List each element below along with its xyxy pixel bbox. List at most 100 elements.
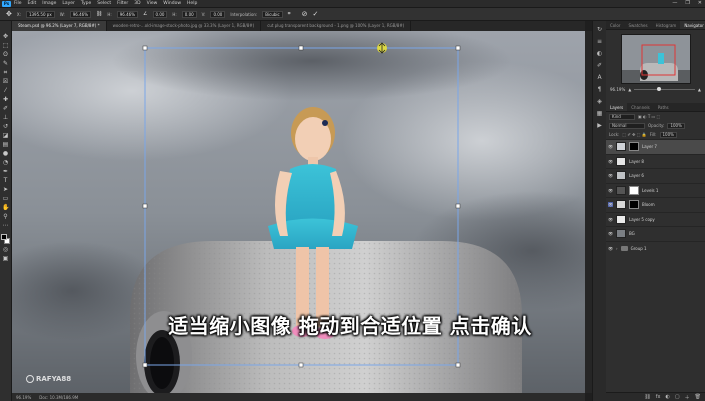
eye-icon[interactable]: 👁 — [608, 202, 613, 208]
layer-row[interactable]: 👁 Layer 8 — [606, 153, 705, 169]
marquee-tool-icon[interactable]: ⬚ — [2, 42, 9, 49]
minimize-button[interactable]: — — [672, 0, 677, 6]
history-brush-tool-icon[interactable]: ↺ — [2, 123, 9, 130]
lasso-tool-icon[interactable]: ʘ — [2, 51, 9, 58]
brush-settings-icon[interactable]: ✐ — [596, 62, 603, 69]
add-mask-icon[interactable]: ◐ — [666, 394, 670, 400]
tab-layers[interactable]: Layers — [606, 103, 628, 111]
blend-mode-select[interactable]: Normal — [609, 122, 645, 129]
new-layer-icon[interactable]: ＋ — [685, 394, 690, 401]
eye-icon[interactable]: 👁 — [608, 173, 613, 178]
zoom-slider-knob[interactable] — [657, 87, 662, 91]
filter-icons[interactable]: ▣ ◐ T ▭ ⬚ — [638, 114, 660, 119]
menu-file[interactable]: File — [14, 1, 22, 6]
layer-row[interactable]: 👁 › Group 1 — [606, 240, 705, 256]
navigator-zoom-slider[interactable] — [634, 87, 695, 91]
layer-kind-filter[interactable]: Kind — [609, 113, 635, 120]
foreground-color-swatch[interactable] — [1, 234, 7, 240]
eye-icon[interactable]: 👁 — [608, 188, 613, 193]
navigator-preview[interactable] — [620, 34, 691, 84]
link-layers-icon[interactable]: ⛓ — [644, 394, 650, 400]
color-swatches[interactable] — [1, 234, 10, 244]
zoom-in-icon[interactable]: ▲ — [698, 87, 701, 92]
zoom-out-icon[interactable]: ▲ — [628, 87, 631, 92]
vertical-scrollbar[interactable] — [585, 31, 592, 393]
tab-channels[interactable]: Channels — [627, 103, 654, 111]
type-tool-icon[interactable]: T — [2, 177, 9, 184]
x-field[interactable]: 1395.50 px — [25, 10, 55, 18]
layer-mask-thumbnail[interactable] — [629, 200, 639, 210]
layer-mask-thumbnail[interactable] — [629, 185, 639, 195]
eye-icon[interactable]: 👁 — [608, 231, 613, 236]
healing-brush-tool-icon[interactable]: ✚ — [2, 96, 9, 103]
hskew-field[interactable]: 0.00 — [181, 10, 197, 18]
gradient-tool-icon[interactable]: ▤ — [2, 141, 9, 148]
menu-select[interactable]: Select — [97, 1, 111, 6]
menu-filter[interactable]: Filter — [117, 1, 128, 6]
brush-tool-icon[interactable]: ✐ — [2, 105, 9, 112]
move-tool-icon[interactable]: ✥ — [2, 33, 9, 40]
hand-tool-icon[interactable]: ✋ — [2, 204, 9, 211]
quick-mask-icon[interactable]: ◎ — [2, 246, 9, 253]
layer-mask-thumbnail[interactable] — [629, 142, 639, 152]
pen-tool-icon[interactable]: ✒ — [2, 168, 9, 175]
move-tool-icon[interactable]: ✥ — [6, 10, 12, 18]
eraser-tool-icon[interactable]: ◪ — [2, 132, 9, 139]
rectangle-tool-icon[interactable]: ▭ — [2, 195, 9, 202]
paragraph-panel-icon[interactable]: ¶ — [596, 86, 603, 93]
menu-type[interactable]: Type — [81, 1, 91, 6]
close-button[interactable]: ✕ — [698, 0, 702, 6]
character-panel-icon[interactable]: A — [596, 74, 603, 81]
quick-select-tool-icon[interactable]: ✎ — [2, 60, 9, 67]
eye-icon[interactable]: 👁 — [608, 159, 613, 164]
opacity-field[interactable]: 100% — [667, 122, 685, 129]
eye-icon[interactable]: 👁 — [608, 144, 613, 149]
chevron-right-icon[interactable]: › — [616, 246, 618, 251]
actions-panel-icon[interactable]: ▶ — [596, 122, 603, 129]
document-tab-plug[interactable]: cut plug transparent background - 1.png … — [261, 21, 412, 31]
trash-icon[interactable]: 🗑 — [695, 394, 701, 400]
layer-row[interactable]: 👁 Layer 5 copy — [606, 211, 705, 227]
lock-icons[interactable]: ⬚ ✐ ✥ ⬚ 🔒 — [622, 132, 646, 137]
eye-icon[interactable]: 👁 — [608, 217, 613, 222]
height-field[interactable]: 96.46% — [116, 10, 139, 18]
frame-tool-icon[interactable]: ☒ — [2, 78, 9, 85]
interpolation-select[interactable]: Bicubic — [262, 10, 283, 18]
width-field[interactable]: 96.46% — [69, 10, 92, 18]
menu-view[interactable]: View — [147, 1, 158, 6]
menu-layer[interactable]: Layer — [62, 1, 75, 6]
document-tab-wooden[interactable]: wooden-retro-...old-image-stock-photo.jp… — [107, 21, 262, 31]
blur-tool-icon[interactable]: ● — [2, 150, 9, 157]
layer-row[interactable]: 👁 Layer 6 — [606, 168, 705, 183]
tab-color[interactable]: Color — [606, 21, 624, 29]
adjustments-panel-icon[interactable]: ◐ — [596, 50, 603, 57]
menu-edit[interactable]: Edit — [28, 1, 37, 6]
dodge-tool-icon[interactable]: ◔ — [2, 159, 9, 166]
tab-paths[interactable]: Paths — [654, 103, 673, 111]
tab-histogram[interactable]: Histogram — [652, 21, 681, 29]
commit-transform-button[interactable]: ✓ — [312, 10, 318, 18]
more-tools-icon[interactable]: ⋯ — [2, 222, 9, 229]
styles-panel-icon[interactable]: ▦ — [596, 110, 603, 117]
status-zoom[interactable]: 96.19% — [16, 395, 31, 400]
path-selection-tool-icon[interactable]: ➤ — [2, 186, 9, 193]
menu-3d[interactable]: 3D — [134, 1, 140, 6]
properties-panel-icon[interactable]: ≡ — [596, 38, 603, 45]
menu-help[interactable]: Help — [187, 1, 197, 6]
document-tab-steam[interactable]: Steam.psd @ 96.2% (Layer 7, RGB/8#) * — [12, 21, 107, 31]
maximize-button[interactable]: ❐ — [685, 0, 689, 6]
layer-row[interactable]: 👁 BG — [606, 226, 705, 241]
layer-row[interactable]: 👁 Bloom — [606, 197, 705, 212]
clone-stamp-tool-icon[interactable]: ⊥ — [2, 114, 9, 121]
navigator-zoom-value[interactable]: 96.19% — [610, 87, 625, 92]
angle-field[interactable]: 0.00 — [152, 10, 168, 18]
screen-mode-icon[interactable]: ▣ — [2, 255, 9, 262]
layer-row[interactable]: 👁 Layer 7 — [606, 139, 705, 154]
menu-image[interactable]: Image — [42, 1, 56, 6]
layer-style-icon[interactable]: fx — [656, 394, 661, 400]
link-icon[interactable]: ⛓ — [96, 11, 102, 18]
tab-navigator[interactable]: Navigator — [680, 21, 705, 29]
tab-swatches[interactable]: Swatches — [624, 21, 651, 29]
libraries-panel-icon[interactable]: ◈ — [596, 98, 603, 105]
warp-icon[interactable]: ⌗ — [288, 11, 291, 18]
